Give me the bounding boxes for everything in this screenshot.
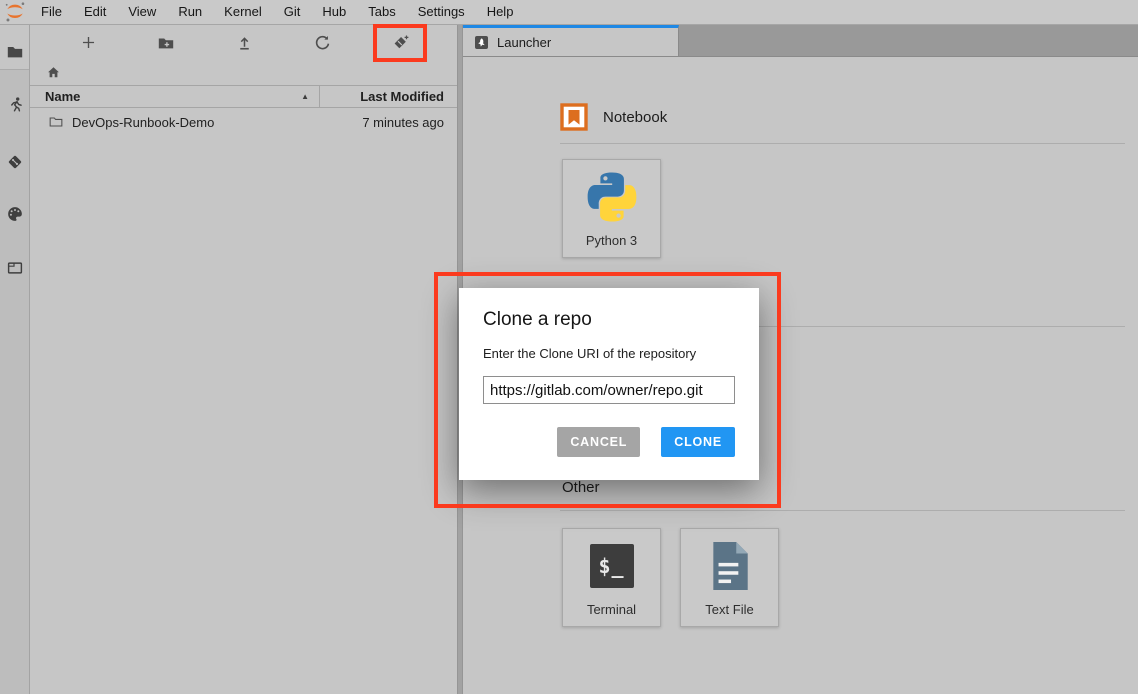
palette-icon — [6, 205, 24, 223]
menu-item-file[interactable]: File — [30, 0, 73, 24]
file-browser-panel: Name ▲ Last Modified DevOps-Runbook-Demo… — [30, 25, 457, 694]
open-tabs-icon — [6, 259, 24, 277]
menu-bar: File Edit View Run Kernel Git Hub Tabs S… — [0, 0, 1138, 25]
launcher-card-python3[interactable]: Python 3 — [562, 159, 661, 258]
refresh-button[interactable] — [283, 28, 361, 58]
breadcrumb-home[interactable] — [46, 65, 61, 80]
terminal-icon: $_ — [590, 529, 634, 602]
dialog-title: Clone a repo — [483, 308, 735, 332]
menu-item-view[interactable]: View — [117, 0, 167, 24]
clone-button[interactable]: CLONE — [661, 427, 735, 457]
tab-bar: Launcher — [463, 25, 1138, 57]
folder-outline-icon — [48, 114, 64, 130]
new-launcher-button[interactable] — [49, 28, 127, 58]
file-row[interactable]: DevOps-Runbook-Demo 7 minutes ago — [30, 108, 457, 136]
tab-label: Launcher — [497, 35, 551, 50]
folder-icon — [6, 43, 24, 61]
sidebar-item-file-browser[interactable] — [0, 37, 30, 67]
menu-item-git[interactable]: Git — [273, 0, 312, 24]
git-icon — [6, 153, 24, 171]
menu-item-help[interactable]: Help — [476, 0, 525, 24]
new-folder-icon — [157, 34, 175, 52]
card-label: Terminal — [587, 602, 636, 617]
column-header-modified[interactable]: Last Modified — [320, 89, 457, 104]
jupyter-logo — [0, 0, 30, 24]
section-title: Other — [562, 479, 600, 496]
column-header-name[interactable]: Name ▲ — [30, 89, 319, 104]
clone-repo-dialog: Clone a repo Enter the Clone URI of the … — [459, 288, 759, 480]
card-label: Text File — [705, 602, 753, 617]
section-divider — [560, 143, 1125, 144]
launcher-icon — [474, 35, 489, 50]
upload-button[interactable] — [205, 28, 283, 58]
menu-item-settings[interactable]: Settings — [407, 0, 476, 24]
notebook-icon — [560, 103, 588, 131]
other-section-header: Other — [562, 479, 600, 496]
file-list-header[interactable]: Name ▲ Last Modified — [30, 85, 457, 108]
file-modified: 7 minutes ago — [362, 115, 457, 130]
menu-item-kernel[interactable]: Kernel — [213, 0, 273, 24]
section-title: Notebook — [603, 109, 667, 126]
menu-item-run[interactable]: Run — [167, 0, 213, 24]
file-browser-toolbar — [30, 25, 457, 60]
upload-icon — [236, 34, 253, 51]
text-file-icon — [708, 529, 752, 602]
git-clone-button[interactable] — [361, 28, 439, 58]
activity-bar — [0, 25, 30, 694]
cancel-button[interactable]: CANCEL — [557, 427, 640, 457]
tab-launcher[interactable]: Launcher — [463, 25, 679, 56]
clone-uri-input[interactable] — [483, 376, 735, 404]
menu-item-hub[interactable]: Hub — [311, 0, 357, 24]
menu-item-edit[interactable]: Edit — [73, 0, 117, 24]
column-name-label: Name — [45, 89, 80, 104]
sidebar-item-commands[interactable] — [0, 199, 30, 229]
launcher-card-terminal[interactable]: $_ Terminal — [562, 528, 661, 627]
dialog-buttons: CANCEL CLONE — [483, 427, 735, 457]
launcher-card-textfile[interactable]: Text File — [680, 528, 779, 627]
file-name: DevOps-Runbook-Demo — [72, 115, 214, 130]
section-divider — [560, 510, 1125, 511]
running-sessions-icon — [7, 96, 24, 113]
git-clone-icon — [391, 33, 410, 52]
plus-icon — [80, 34, 97, 51]
new-folder-button[interactable] — [127, 28, 205, 58]
home-icon — [46, 65, 61, 80]
refresh-icon — [314, 34, 331, 51]
notebook-section-header: Notebook — [560, 103, 667, 131]
sort-ascending-icon: ▲ — [301, 92, 309, 101]
sidebar-item-running-sessions[interactable] — [0, 89, 30, 119]
menu-item-tabs[interactable]: Tabs — [357, 0, 406, 24]
python-logo — [587, 160, 637, 233]
card-label: Python 3 — [586, 233, 637, 248]
dialog-label: Enter the Clone URI of the repository — [483, 346, 735, 361]
sidebar-item-git[interactable] — [0, 147, 30, 177]
sidebar-item-open-tabs[interactable] — [0, 253, 30, 283]
breadcrumb — [30, 60, 457, 85]
